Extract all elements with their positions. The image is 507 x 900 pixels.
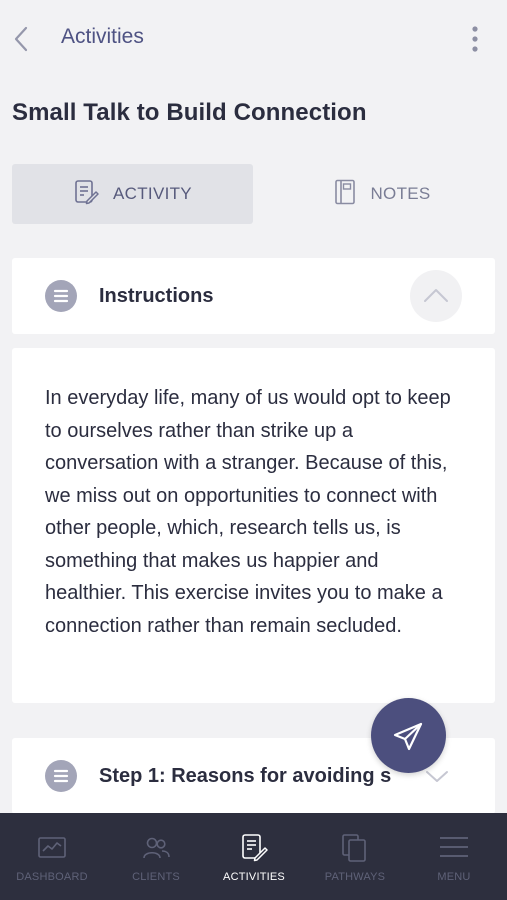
activity-edit-icon bbox=[73, 179, 99, 210]
top-bar-title: Activities bbox=[61, 25, 144, 48]
nav-activities-label: ACTIVITIES bbox=[223, 871, 285, 883]
nav-menu[interactable]: MENU bbox=[404, 813, 504, 900]
back-arrow-icon[interactable] bbox=[10, 24, 34, 54]
tab-notes[interactable]: NOTES bbox=[270, 164, 495, 224]
tab-activity-label: ACTIVITY bbox=[113, 184, 192, 203]
list-icon bbox=[45, 760, 77, 792]
people-icon bbox=[141, 833, 171, 863]
pages-icon bbox=[340, 833, 370, 863]
instructions-body: In everyday life, many of us would opt t… bbox=[12, 348, 495, 703]
nav-pathways[interactable]: PATHWAYS bbox=[305, 813, 405, 900]
tab-activity[interactable]: ACTIVITY bbox=[12, 164, 253, 224]
page-title: Small Talk to Build Connection bbox=[12, 99, 367, 126]
nav-pathways-label: PATHWAYS bbox=[324, 871, 386, 883]
paper-plane-icon bbox=[393, 722, 423, 751]
nav-dashboard-label: DASHBOARD bbox=[16, 871, 88, 883]
tab-bar: ACTIVITY NOTES bbox=[12, 164, 495, 224]
instructions-title: Instructions bbox=[99, 285, 214, 307]
send-fab-button[interactable] bbox=[371, 698, 446, 773]
notebook-icon bbox=[334, 179, 356, 210]
more-options-icon[interactable] bbox=[469, 26, 481, 52]
tab-notes-label: NOTES bbox=[370, 184, 431, 203]
bottom-navigation: DASHBOARD CLIENTS ACTIVITIES PATHWAYS ME… bbox=[0, 813, 507, 900]
nav-activities[interactable]: ACTIVITIES bbox=[204, 813, 304, 900]
top-bar: Activities bbox=[0, 0, 507, 78]
instructions-header[interactable]: Instructions bbox=[12, 258, 495, 334]
nav-menu-label: MENU bbox=[437, 871, 471, 883]
chart-icon bbox=[37, 833, 67, 863]
nav-dashboard[interactable]: DASHBOARD bbox=[2, 813, 102, 900]
nav-clients[interactable]: CLIENTS bbox=[106, 813, 206, 900]
collapse-button[interactable] bbox=[410, 270, 462, 322]
hamburger-icon bbox=[439, 833, 469, 863]
instructions-text: In everyday life, many of us would opt t… bbox=[45, 387, 451, 637]
activity-icon bbox=[239, 833, 269, 863]
nav-clients-label: CLIENTS bbox=[132, 871, 180, 883]
chevron-up-icon bbox=[424, 289, 448, 302]
list-icon bbox=[45, 280, 77, 312]
